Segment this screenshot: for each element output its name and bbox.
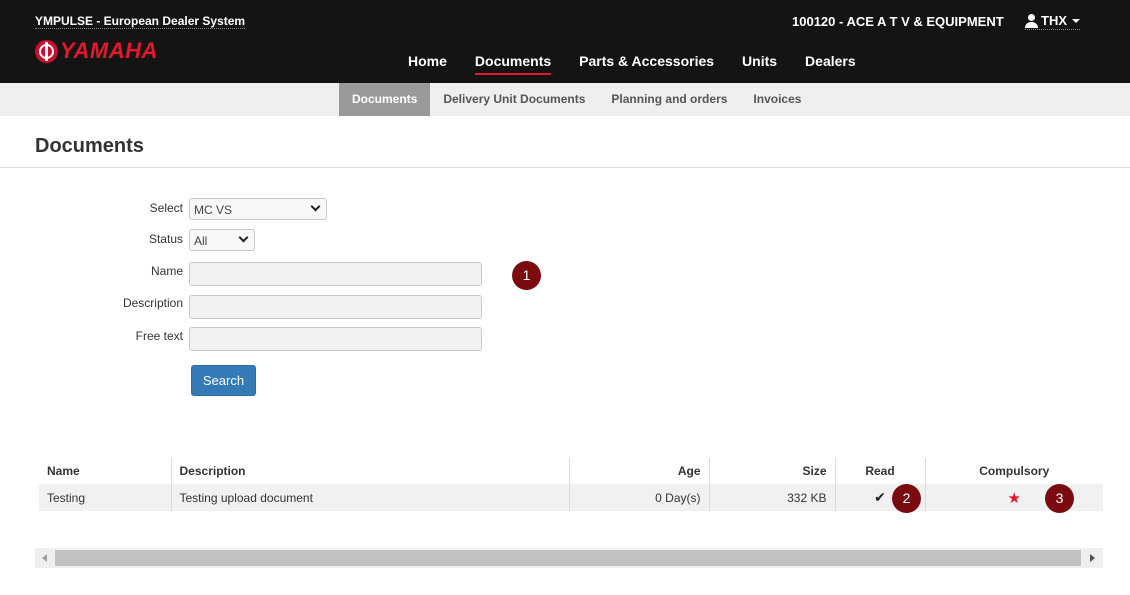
description-input[interactable] bbox=[189, 295, 482, 319]
documents-table: Name Description Age Size Read Compulsor… bbox=[39, 458, 1103, 511]
cell-size: 332 KB bbox=[708, 484, 835, 511]
scrollbar-thumb[interactable] bbox=[55, 550, 1081, 566]
nav-parts-accessories[interactable]: Parts & Accessories bbox=[565, 53, 728, 75]
free-text-label: Free text bbox=[135, 329, 183, 343]
search-button[interactable]: Search bbox=[191, 365, 256, 396]
status-value: All bbox=[194, 234, 208, 248]
subnav-invoices[interactable]: Invoices bbox=[740, 83, 814, 116]
star-icon: ★ bbox=[1007, 489, 1021, 507]
sub-nav: Documents Delivery Unit Documents Planni… bbox=[0, 83, 1130, 116]
column-header-name[interactable]: Name bbox=[39, 458, 171, 484]
yamaha-emblem-icon bbox=[35, 39, 58, 63]
subnav-planning-orders[interactable]: Planning and orders bbox=[598, 83, 740, 116]
nav-units[interactable]: Units bbox=[728, 53, 791, 75]
callout-marker-1: 1 bbox=[512, 261, 541, 290]
free-text-input[interactable] bbox=[189, 327, 482, 351]
chevron-down-icon bbox=[310, 201, 321, 212]
column-header-age[interactable]: Age bbox=[568, 458, 709, 484]
page-title: Documents bbox=[35, 135, 144, 157]
name-input[interactable] bbox=[189, 262, 482, 286]
column-header-size[interactable]: Size bbox=[708, 458, 835, 484]
scroll-left-arrow-icon[interactable] bbox=[42, 554, 47, 562]
cell-name: Testing bbox=[39, 484, 171, 511]
name-label: Name bbox=[150, 264, 183, 278]
column-header-read[interactable]: Read bbox=[834, 458, 925, 484]
nav-home[interactable]: Home bbox=[394, 53, 461, 75]
horizontal-scrollbar[interactable] bbox=[35, 548, 1103, 568]
table-row[interactable]: Testing Testing upload document 0 Day(s)… bbox=[39, 484, 1103, 511]
column-header-description[interactable]: Description bbox=[170, 458, 569, 484]
chevron-down-icon bbox=[238, 232, 249, 243]
select-value: MC VS bbox=[194, 203, 233, 217]
app-title[interactable]: YMPULSE - European Dealer System bbox=[35, 14, 246, 29]
subnav-documents[interactable]: Documents bbox=[339, 83, 431, 116]
description-label: Description bbox=[122, 296, 183, 310]
status-dropdown[interactable]: All bbox=[189, 229, 255, 251]
user-name: THX bbox=[1041, 13, 1067, 28]
scroll-right-arrow-icon[interactable] bbox=[1090, 554, 1095, 562]
logo-text: YAMAHA bbox=[60, 38, 158, 63]
column-header-compulsory[interactable]: Compulsory bbox=[924, 458, 1103, 484]
select-dropdown[interactable]: MC VS bbox=[189, 198, 327, 220]
caret-down-icon bbox=[1072, 18, 1080, 23]
table-header-row: Name Description Age Size Read Compulsor… bbox=[39, 458, 1103, 484]
user-icon bbox=[1025, 13, 1038, 28]
status-label: Status bbox=[148, 232, 183, 246]
divider bbox=[0, 167, 1130, 168]
nav-dealers[interactable]: Dealers bbox=[791, 53, 870, 75]
cell-compulsory: ★ bbox=[924, 484, 1103, 511]
check-icon: ✔ bbox=[874, 489, 886, 505]
main-nav: Home Documents Parts & Accessories Units… bbox=[394, 53, 870, 75]
top-header: YMPULSE - European Dealer System YAMAHA … bbox=[0, 0, 1130, 83]
nav-documents[interactable]: Documents bbox=[461, 53, 565, 75]
select-label: Select bbox=[149, 201, 183, 215]
cell-description: Testing upload document bbox=[170, 484, 569, 511]
user-menu[interactable]: THX bbox=[1025, 13, 1080, 30]
yamaha-logo[interactable]: YAMAHA bbox=[35, 38, 158, 64]
subnav-delivery-unit-documents[interactable]: Delivery Unit Documents bbox=[430, 83, 598, 116]
callout-marker-2: 2 bbox=[892, 484, 921, 513]
callout-marker-3: 3 bbox=[1045, 484, 1074, 513]
dealer-name: 100120 - ACE A T V & EQUIPMENT bbox=[792, 14, 1004, 29]
cell-age: 0 Day(s) bbox=[568, 484, 709, 511]
